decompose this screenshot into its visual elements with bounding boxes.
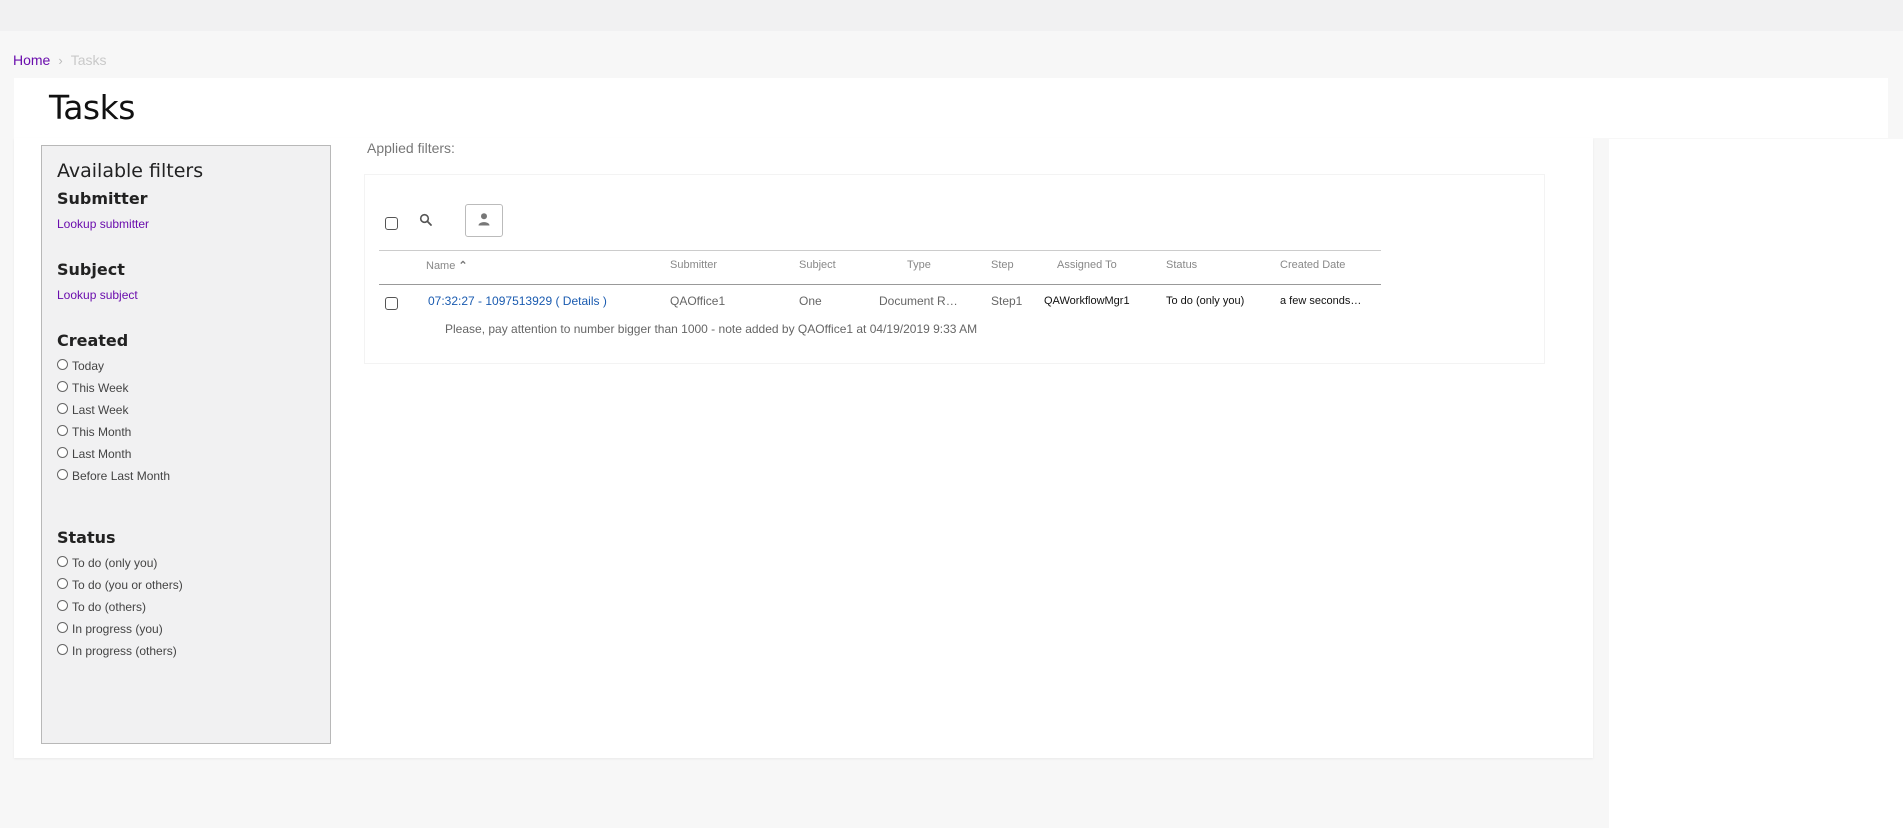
cell-created-date: a few seconds… [1280,295,1362,307]
radio-label: Today [72,359,105,373]
filter-group-submitter: Submitter Lookup submitter [57,189,149,231]
top-bar [0,0,1903,31]
filter-heading-submitter: Submitter [57,189,148,208]
column-header-created-date[interactable]: Created Date [1280,259,1345,271]
right-blank-pane [1609,139,1903,828]
filters-title: Available filters [57,160,204,182]
user-icon [477,212,491,229]
filter-heading-status: Status [57,528,116,547]
cell-submitter: QAOffice1 [670,294,726,308]
lookup-subject-link[interactable]: Lookup subject [57,288,138,302]
column-header-type[interactable]: Type [907,259,931,271]
filter-heading-subject: Subject [57,260,125,279]
column-header-subject[interactable]: Subject [799,259,836,271]
radio-button[interactable] [57,643,68,655]
cell-step: Step1 [991,294,1023,308]
sort-ascending-icon: ⌃ [458,260,468,272]
applied-filters-label: Applied filters: [367,140,455,156]
filter-group-status: Status To do (only you) To do (you or ot… [57,528,183,662]
status-option-todo-you-or-others[interactable]: To do (you or others) [57,574,183,596]
radio-button[interactable] [57,599,68,611]
breadcrumb-home-link[interactable]: Home [13,52,50,68]
status-option-in-progress-you[interactable]: In progress (you) [57,618,183,640]
filter-heading-created: Created [57,331,129,350]
created-option-today[interactable]: Today [57,355,170,377]
radio-button[interactable] [57,577,68,589]
radio-button[interactable] [57,555,68,567]
status-option-in-progress-others[interactable]: In progress (others) [57,640,183,662]
radio-button[interactable] [57,446,68,458]
cell-status: To do (only you) [1166,295,1245,307]
radio-label: To do (only you) [72,556,158,570]
page-title: Tasks [49,88,135,127]
filter-group-created: Created Today This Week Last Week This M… [57,331,170,487]
radio-button[interactable] [57,358,68,370]
column-header-status[interactable]: Status [1166,259,1197,271]
column-header-name-label: Name [426,260,456,272]
radio-button[interactable] [57,424,68,436]
radio-label: Last Week [72,403,129,417]
lookup-submitter-link[interactable]: Lookup submitter [57,217,149,231]
created-option-this-week[interactable]: This Week [57,377,170,399]
radio-button[interactable] [57,402,68,414]
column-header-assigned-to[interactable]: Assigned To [1057,259,1117,271]
created-option-last-month[interactable]: Last Month [57,443,170,465]
task-note: Please, pay attention to number bigger t… [445,322,978,336]
radio-button[interactable] [57,380,68,392]
breadcrumb-current: Tasks [70,52,107,68]
radio-label: This Month [72,425,132,439]
filter-group-subject: Subject Lookup subject [57,260,138,302]
table-header-row: Name ⌃ Submitter Subject Type Step Assig… [379,250,1381,285]
column-header-step[interactable]: Step [991,259,1014,271]
page-header: Tasks [14,78,1888,138]
cell-subject: One [799,294,822,308]
created-option-last-week[interactable]: Last Week [57,399,170,421]
cell-assigned-to: QAWorkflowMgr1 [1044,295,1130,307]
radio-label: To do (you or others) [72,578,183,592]
radio-label: To do (others) [72,600,147,614]
status-option-todo-only-you[interactable]: To do (only you) [57,552,183,574]
task-name-link[interactable]: 07:32:27 - 1097513929 ( Details ) [428,294,607,308]
filters-panel: Available filters Submitter Lookup submi… [41,145,331,744]
column-header-name[interactable]: Name ⌃ [426,259,468,272]
task-details-link[interactable]: ( Details ) [555,294,606,308]
radio-label: In progress (you) [72,622,163,636]
chevron-right-icon: › [58,52,63,68]
status-option-todo-others[interactable]: To do (others) [57,596,183,618]
task-grid: Name ⌃ Submitter Subject Type Step Assig… [364,174,1545,364]
row-checkbox[interactable] [385,297,398,310]
assign-user-button[interactable] [465,204,503,237]
created-option-before-last-month[interactable]: Before Last Month [57,465,170,487]
radio-label: In progress (others) [72,644,177,658]
radio-button[interactable] [57,621,68,633]
radio-button[interactable] [57,468,68,480]
task-name[interactable]: 07:32:27 - 1097513929 [428,294,552,308]
radio-label: This Week [72,381,129,395]
created-option-this-month[interactable]: This Month [57,421,170,443]
radio-label: Last Month [72,447,132,461]
search-icon[interactable] [419,213,435,229]
column-header-submitter[interactable]: Submitter [670,259,717,271]
cell-type: Document R… [879,294,958,308]
select-all-checkbox[interactable] [385,217,398,230]
breadcrumb: Home › Tasks [13,52,107,68]
radio-label: Before Last Month [72,469,171,483]
